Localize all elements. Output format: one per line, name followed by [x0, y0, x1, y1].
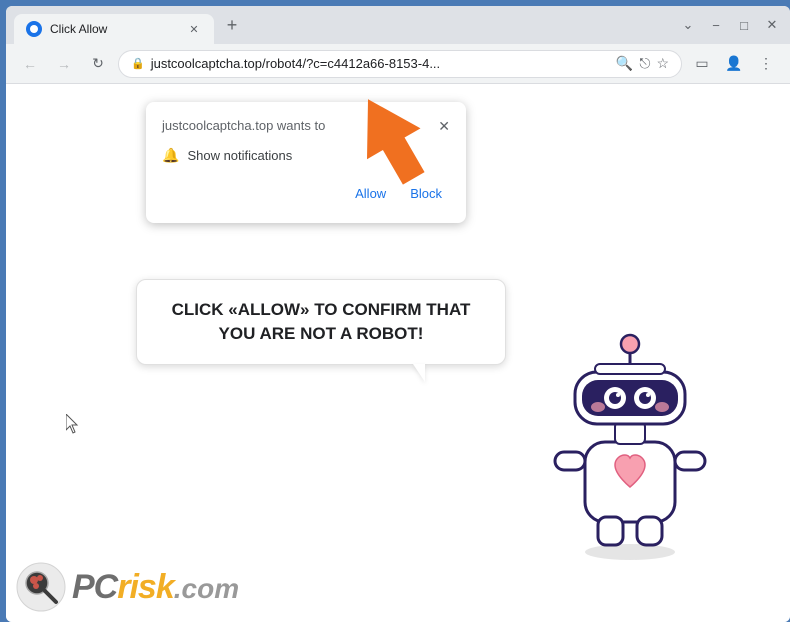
- window-menu-icon[interactable]: ⌄: [678, 17, 698, 33]
- forward-button[interactable]: →: [50, 50, 78, 78]
- window-controls: ⌄ − □ ✕: [678, 17, 782, 33]
- tab-area: Click Allow ✕ +: [14, 6, 674, 44]
- browser-window: Click Allow ✕ + ⌄ − □ ✕ ← → ↻ 🔒 justcool…: [6, 6, 790, 622]
- refresh-button[interactable]: ↻: [84, 50, 112, 78]
- title-bar: Click Allow ✕ + ⌄ − □ ✕: [6, 6, 790, 44]
- pcrisk-brand: PCrisk.com: [72, 568, 239, 607]
- bookmark-icon[interactable]: ☆: [656, 55, 669, 72]
- new-tab-button[interactable]: +: [218, 11, 246, 39]
- pcrisk-dotcom-text: .com: [174, 573, 239, 604]
- maximize-button[interactable]: □: [734, 18, 754, 33]
- profile-icon[interactable]: 👤: [720, 50, 748, 78]
- menu-icon[interactable]: ⋮: [752, 50, 780, 78]
- lock-icon: 🔒: [131, 57, 145, 70]
- close-button[interactable]: ✕: [762, 17, 782, 33]
- mouse-cursor: [66, 414, 80, 434]
- address-bar-actions: ▭ 👤 ⋮: [688, 50, 780, 78]
- url-text: justcoolcaptcha.top/robot4/?c=c4412a66-8…: [151, 56, 610, 71]
- minimize-button[interactable]: −: [706, 18, 726, 33]
- show-notifications-label: Show notifications: [187, 148, 292, 163]
- tab-title: Click Allow: [50, 22, 178, 36]
- page-content: justcoolcaptcha.top wants to ✕ 🔔 Show no…: [6, 84, 790, 622]
- url-bar[interactable]: 🔒 justcoolcaptcha.top/robot4/?c=c4412a66…: [118, 50, 682, 78]
- tab-search-icon[interactable]: ▭: [688, 50, 716, 78]
- bubble-text: CLICK «ALLOW» TO CONFIRM THAT YOU ARE NO…: [157, 298, 485, 346]
- notif-close-button[interactable]: ✕: [438, 118, 450, 135]
- address-bar: ← → ↻ 🔒 justcoolcaptcha.top/robot4/?c=c4…: [6, 44, 790, 84]
- pcrisk-pc-text: PC: [72, 568, 117, 606]
- bell-icon: 🔔: [162, 147, 179, 164]
- orange-arrow: [346, 89, 436, 194]
- speech-bubble: CLICK «ALLOW» TO CONFIRM THAT YOU ARE NO…: [136, 279, 506, 365]
- robot-character: [530, 312, 730, 562]
- tab-favicon-icon: [26, 21, 42, 37]
- tab-close-button[interactable]: ✕: [186, 21, 202, 37]
- back-button[interactable]: ←: [16, 50, 44, 78]
- share-icon[interactable]: ⎋: [639, 55, 650, 72]
- search-icon[interactable]: 🔍: [616, 55, 633, 72]
- pcrisk-watermark: PCrisk.com: [16, 562, 239, 612]
- pcrisk-risk-text: risk: [117, 568, 174, 606]
- active-tab[interactable]: Click Allow ✕: [14, 14, 214, 44]
- url-actions: 🔍 ⎋ ☆: [616, 55, 669, 72]
